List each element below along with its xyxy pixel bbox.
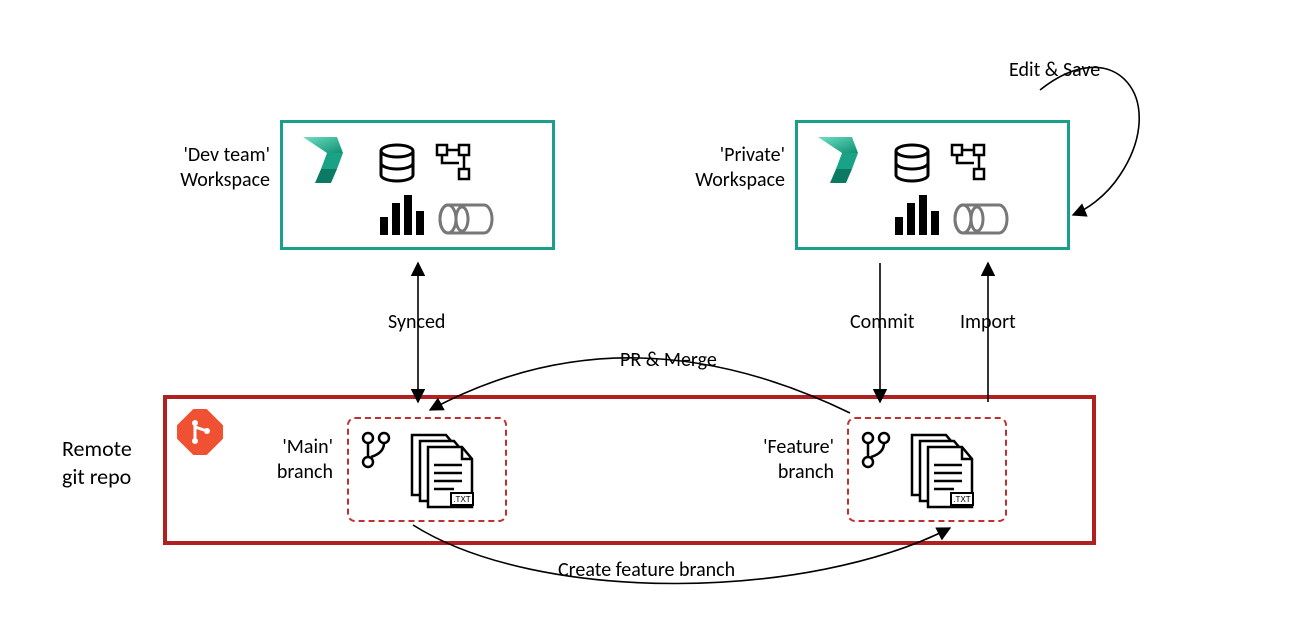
main-branch-label-l1: 'Main' — [238, 435, 333, 460]
pr-merge-label: PR & Merge — [620, 348, 717, 372]
svg-text:.TXT: .TXT — [453, 495, 470, 504]
feature-branch-label: 'Feature' branch — [724, 435, 834, 485]
main-branch-label: 'Main' branch — [238, 435, 333, 485]
private-workspace-label: 'Private' Workspace — [630, 143, 785, 193]
dev-team-workspace-label: 'Dev team' Workspace — [110, 143, 270, 193]
diagram-canvas: 'Dev team' Workspace — [0, 0, 1306, 629]
dev-team-workspace-label-l1: 'Dev team' — [110, 143, 270, 168]
main-branch-label-l2: branch — [238, 460, 333, 485]
synced-label: Synced — [388, 310, 445, 334]
git-logo-icon — [177, 409, 223, 455]
feature-branch-label-l1: 'Feature' — [724, 435, 834, 460]
fabric-logo-icon — [293, 133, 347, 187]
lens-icon — [438, 201, 494, 237]
graph-icon — [433, 143, 473, 183]
remote-git-repo-label-l1: Remote — [62, 435, 132, 463]
remote-git-repo-label-l2: git repo — [62, 463, 132, 491]
remote-git-repo-label: Remote git repo — [62, 435, 132, 490]
files-icon: .TXT — [404, 431, 484, 511]
branch-icon — [861, 431, 891, 469]
files-icon: .TXT — [904, 431, 984, 511]
branch-icon — [361, 431, 391, 469]
svg-text:.TXT: .TXT — [953, 495, 970, 504]
database-icon — [373, 141, 421, 189]
private-workspace-label-l2: Workspace — [630, 168, 785, 193]
commit-label: Commit — [850, 310, 914, 334]
main-branch-box: .TXT — [347, 417, 507, 522]
feature-branch-label-l2: branch — [724, 460, 834, 485]
dev-team-workspace-box — [280, 120, 555, 250]
dev-team-workspace-label-l2: Workspace — [110, 168, 270, 193]
create-feature-label: Create feature branch — [558, 558, 735, 582]
database-icon — [888, 141, 936, 189]
lens-icon — [953, 201, 1009, 237]
private-workspace-box — [795, 120, 1070, 250]
fabric-logo-icon — [808, 133, 862, 187]
import-label: Import — [960, 310, 1016, 334]
edit-save-label: Edit & Save — [1009, 58, 1100, 82]
bar-chart-icon — [378, 195, 426, 239]
feature-branch-box: .TXT — [847, 417, 1007, 522]
bar-chart-icon — [893, 195, 941, 239]
private-workspace-label-l1: 'Private' — [630, 143, 785, 168]
graph-icon — [948, 143, 988, 183]
